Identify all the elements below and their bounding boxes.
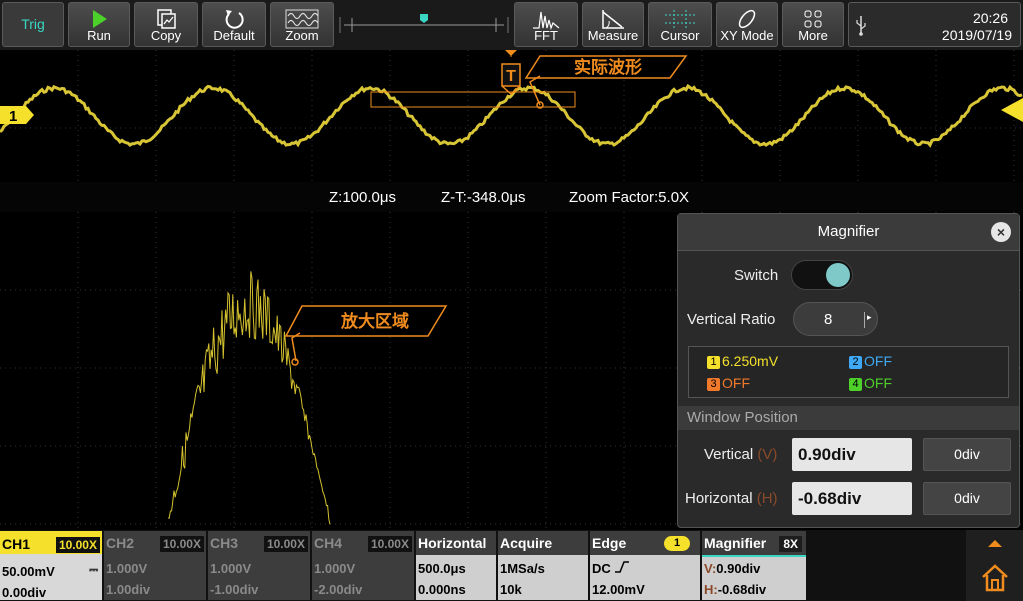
horizontal-position-input[interactable]: -0.68div <box>792 482 912 515</box>
default-button[interactable]: Default <box>202 2 266 47</box>
usb-icon <box>856 16 866 36</box>
vertical-label: Vertical (V) <box>704 446 778 463</box>
ch2-sensitivity: 2 OFF <box>849 353 892 369</box>
zoom-delay: Z-T:-348.0μs <box>441 189 526 206</box>
vertical-ratio-select[interactable]: 8 ▸ <box>793 302 878 336</box>
ch1-panel[interactable]: CH1 10.00X 50.00mV ⎓ 0.00div <box>0 531 102 600</box>
memory-position-bar[interactable] <box>338 12 510 38</box>
overview-waveform: T 实际波形 1 <box>0 50 1023 182</box>
horizontal-panel[interactable]: Horizontal 500.0μs 0.000ns <box>416 531 496 600</box>
xy-mode-button[interactable]: XY Mode <box>716 2 778 47</box>
vertical-ratio-label: Vertical Ratio <box>687 311 776 328</box>
clock-time: 20:26 <box>972 10 1008 26</box>
ch1-sensitivity: 1 6.250mV <box>707 353 778 369</box>
magnifier-title: Magnifier <box>678 214 1019 251</box>
ch3-panel[interactable]: CH3 10.00X 1.000V -1.00div <box>208 531 310 600</box>
trigger-marker: T <box>506 68 516 85</box>
overview-annotation: 实际波形 <box>574 57 642 78</box>
memory-bar-graphic <box>339 14 509 33</box>
close-icon[interactable]: × <box>991 222 1011 242</box>
magnifier-dialog: Magnifier × Switch Vertical Ratio 8 ▸ 16… <box>677 213 1020 528</box>
zoom-timebase: Z:100.0μs <box>329 189 397 206</box>
vertical-zero-button[interactable]: 0div <box>923 438 1011 471</box>
ch4-panel[interactable]: CH4 10.00X 1.000V -2.00div <box>312 531 414 600</box>
toolbar: Trig Run Copy Default Zoom FFT Measure C… <box>0 0 1023 50</box>
ch3-sensitivity: 3 OFF <box>707 375 750 391</box>
reset-icon <box>225 10 244 29</box>
cursor-icon <box>665 10 695 28</box>
trig-button[interactable]: Trig <box>2 2 64 47</box>
copy-icon <box>157 9 176 29</box>
horizontal-label: Horizontal (H) <box>685 490 778 507</box>
switch-knob <box>826 263 850 287</box>
magnifier-ratio-badge: 8X <box>779 536 802 552</box>
chevron-up-icon[interactable] <box>986 537 1004 549</box>
switch-label: Switch <box>734 267 779 284</box>
trigger-edge-panel[interactable]: Edge 1 DC 12.00mV <box>590 531 700 600</box>
zoom-info-bar: Z:100.0μs Z-T:-348.0μs Zoom Factor:5.0X <box>0 182 1023 212</box>
grid-icon <box>804 10 822 28</box>
magnifier-switch[interactable] <box>791 260 853 290</box>
play-icon <box>93 10 107 28</box>
copy-button[interactable]: Copy <box>134 2 198 47</box>
xy-icon <box>738 9 756 29</box>
fft-button[interactable]: FFT <box>514 2 578 47</box>
svg-text:1: 1 <box>9 108 17 125</box>
trigger-position-icon <box>505 50 517 56</box>
rising-edge-icon <box>615 561 629 573</box>
zoom-wave-icon <box>285 9 319 29</box>
ch2-panel[interactable]: CH2 10.00X 1.000V 1.00div <box>104 531 206 600</box>
more-button[interactable]: More <box>782 2 844 47</box>
ratio-arrow-icon: ▸ <box>867 312 872 322</box>
overview-canvas: T 实际波形 1 <box>0 50 1023 182</box>
run-button[interactable]: Run <box>68 2 130 47</box>
measure-button[interactable]: Measure <box>582 2 644 47</box>
zoom-annotation: 放大区域 <box>340 311 409 332</box>
trigger-source-badge: 1 <box>664 536 690 551</box>
dc-coupling-icon: ⎓ <box>89 564 98 576</box>
zoom-factor: Zoom Factor:5.0X <box>569 189 690 206</box>
measure-icon <box>602 10 624 29</box>
status-bar: CH1 10.00X 50.00mV ⎓ 0.00div CH2 10.00X … <box>0 530 1023 601</box>
home-icon[interactable] <box>980 563 1010 593</box>
zoom-button[interactable]: Zoom <box>270 2 334 47</box>
horizontal-zero-button[interactable]: 0div <box>923 482 1011 515</box>
home-panel <box>966 530 1023 601</box>
ch4-sensitivity: 4 OFF <box>849 375 892 391</box>
clock-date: 2019/07/19 <box>941 27 1012 43</box>
vertical-position-input[interactable]: 0.90div <box>792 438 912 471</box>
window-position-header: Window Position <box>678 406 1019 430</box>
trigger-level-marker <box>1001 98 1023 122</box>
cursor-button[interactable]: Cursor <box>648 2 712 47</box>
fft-icon <box>533 11 560 30</box>
datetime-panel: 20:26 2019/07/19 <box>848 2 1021 47</box>
magnifier-panel[interactable]: Magnifier 8X V:0.90div H:-0.68div <box>702 531 806 600</box>
channel-sensitivity-box: 1 6.250mV 2 OFF 3 OFF 4 OFF <box>688 346 1009 398</box>
acquire-panel[interactable]: Acquire 1MSa/s 10k <box>498 531 588 600</box>
